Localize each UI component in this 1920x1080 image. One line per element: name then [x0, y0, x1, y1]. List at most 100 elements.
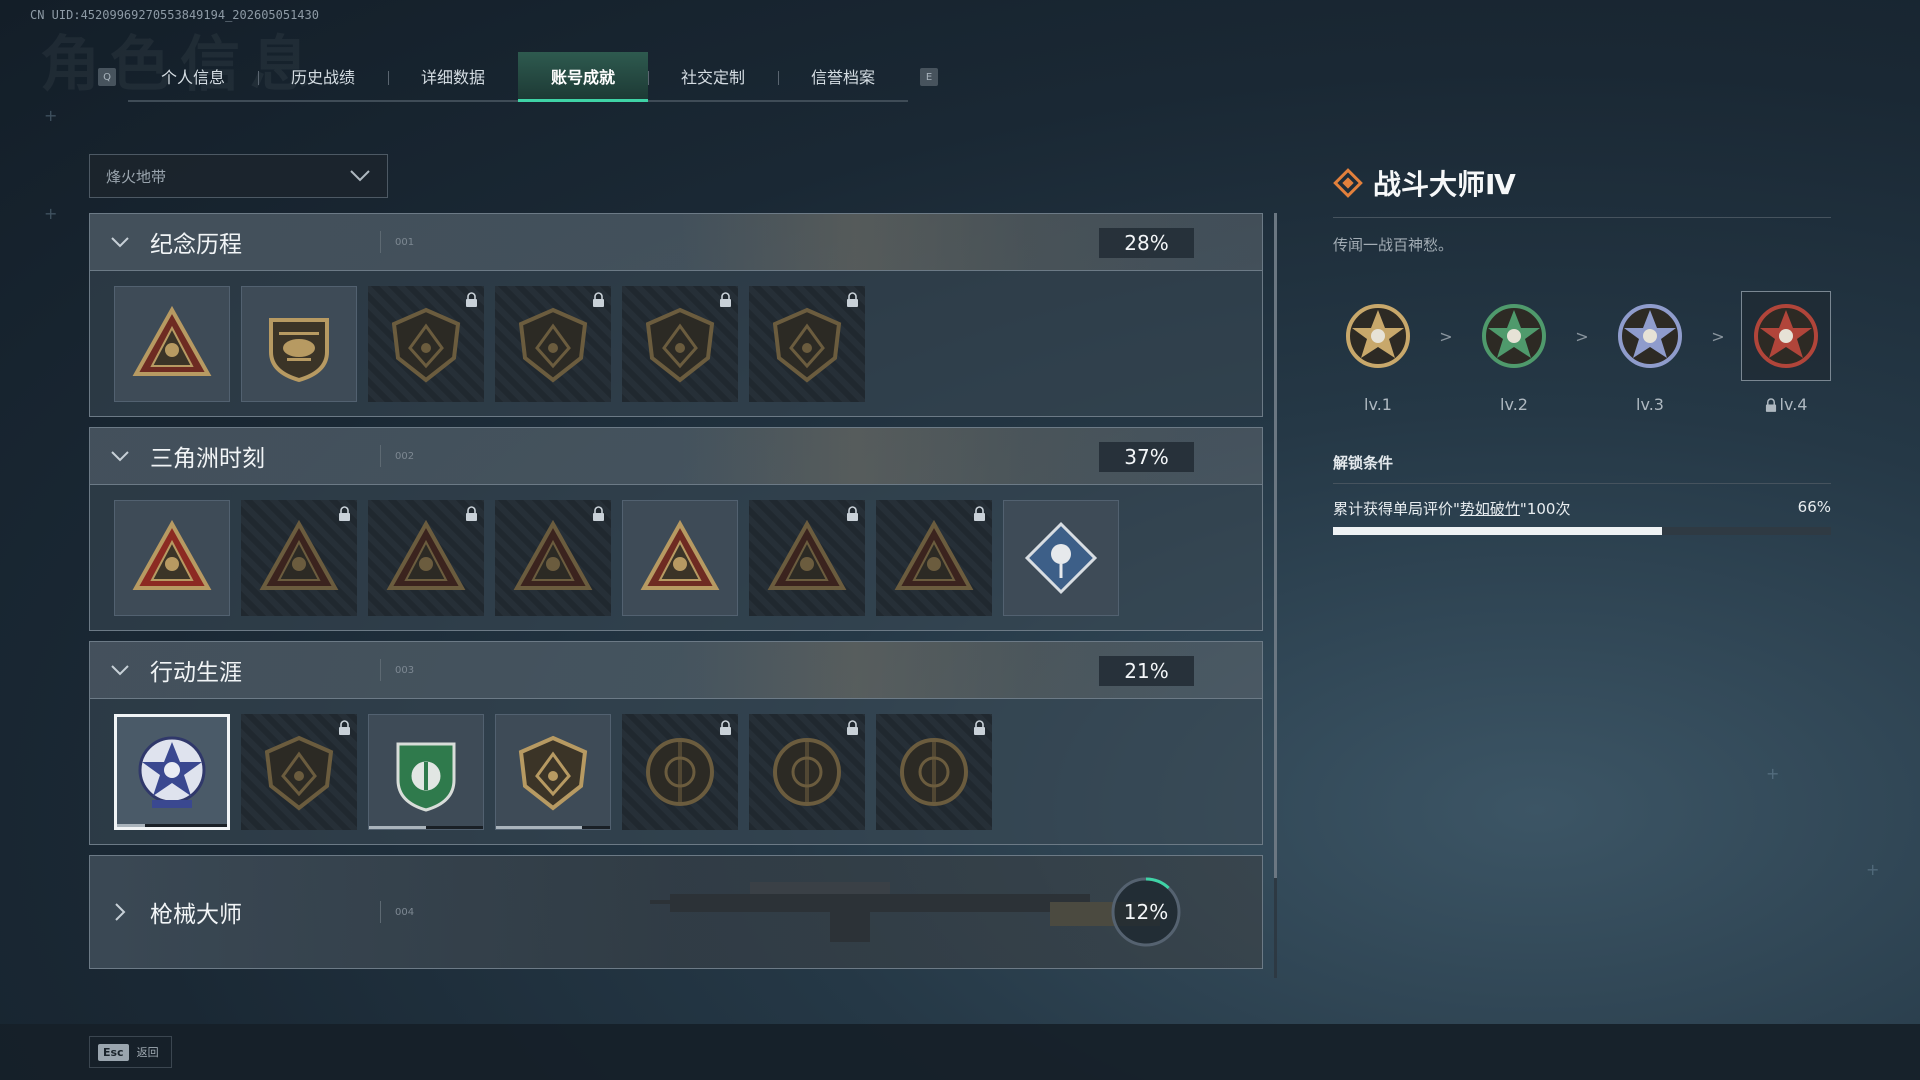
tab-item[interactable]: 历史战绩 — [258, 52, 388, 100]
achievement-badge[interactable] — [749, 499, 865, 616]
collapse-toggle[interactable] — [90, 664, 150, 676]
achievement-badge[interactable] — [241, 499, 357, 616]
badge-progress-fill — [496, 825, 582, 829]
level-label: lv.1 — [1364, 395, 1392, 414]
round-emblem-icon — [900, 737, 968, 806]
category-header-collapsed[interactable]: 枪械大师 004 12% — [89, 855, 1263, 969]
grid-mark: + — [1866, 860, 1880, 879]
chevron-down-icon — [111, 237, 129, 248]
badge-grid — [89, 699, 1263, 845]
chevron-right-icon — [115, 903, 126, 921]
lock-icon — [847, 719, 858, 735]
achievement-badge[interactable] — [495, 499, 611, 616]
chevron-down-icon — [350, 170, 370, 182]
level-item[interactable]: lv.3 — [1605, 291, 1695, 414]
level-item[interactable]: lv.4 — [1741, 291, 1831, 414]
collapse-toggle[interactable] — [90, 450, 150, 462]
condition-prefix: 累计获得单局评价" — [1333, 500, 1460, 518]
diamond-icon — [1333, 168, 1363, 198]
tab-bar: 个人信息 历史战绩 详细数据 账号成就 社交定制 信誉档案 — [128, 52, 908, 102]
achievement-badge[interactable] — [114, 713, 230, 830]
star-emblem-icon — [1618, 304, 1682, 368]
level-label-row: lv.2 — [1500, 395, 1528, 414]
scrollbar-thumb[interactable] — [1274, 213, 1277, 878]
achievement-badge[interactable] — [495, 713, 611, 830]
expand-toggle[interactable] — [90, 902, 150, 922]
lock-icon — [974, 505, 985, 521]
scrollbar[interactable] — [1274, 213, 1277, 978]
badge-grid — [89, 485, 1263, 631]
chevron-down-icon — [111, 451, 129, 462]
condition-link[interactable]: 势如破竹 — [1460, 500, 1520, 518]
condition-progress-bar — [1333, 527, 1831, 535]
badge-grid — [89, 271, 1263, 417]
triangle-emblem-icon — [767, 519, 847, 590]
achievement-badge[interactable] — [114, 499, 230, 616]
level-label-row: lv.1 — [1364, 395, 1392, 414]
lock-icon — [466, 291, 477, 307]
mode-dropdown[interactable]: 烽火地带 — [89, 154, 388, 198]
star-skull-emblem-icon — [138, 736, 206, 808]
shield-emblem-icon — [391, 307, 461, 383]
back-button[interactable]: Esc 返回 — [89, 1036, 172, 1068]
category-header[interactable]: 三角洲时刻 002 37% — [89, 427, 1263, 485]
tab-prev-key[interactable]: Q — [98, 68, 116, 86]
shield-emblem-icon — [264, 735, 334, 811]
level-arrow: > — [1711, 327, 1725, 346]
achievement-badge[interactable] — [749, 713, 865, 830]
tab-item[interactable]: 社交定制 — [648, 52, 778, 100]
achievement-badge[interactable] — [368, 713, 484, 830]
achievement-badge[interactable] — [495, 285, 611, 402]
achievement-badge[interactable] — [1003, 499, 1119, 616]
condition-text: 累计获得单局评价"势如破竹"100次 — [1333, 498, 1570, 519]
category-header[interactable]: 行动生涯 003 21% — [89, 641, 1263, 699]
tab-item[interactable]: 详细数据 — [388, 52, 518, 100]
triangle-emblem-icon — [132, 305, 212, 376]
level-item[interactable]: lv.2 — [1469, 291, 1559, 414]
achievement-badge[interactable] — [368, 499, 484, 616]
tab-bar-container: Q 个人信息 历史战绩 详细数据 账号成就 社交定制 信誉档案 E — [86, 52, 950, 102]
achievement-badge[interactable] — [876, 713, 992, 830]
skull-emblem-icon — [772, 307, 842, 383]
star-emblem-icon — [1346, 304, 1410, 368]
achievement-badge[interactable] — [622, 285, 738, 402]
achievement-badge[interactable] — [241, 285, 357, 402]
level-label: lv.4 — [1779, 395, 1808, 414]
achievement-badge[interactable] — [622, 713, 738, 830]
tab-item[interactable]: 个人信息 — [128, 52, 258, 100]
lock-icon — [339, 505, 350, 521]
star-emblem-icon — [1482, 304, 1546, 368]
category-percent: 12% — [1123, 900, 1169, 924]
achievement-badge[interactable] — [114, 285, 230, 402]
achievement-badge[interactable] — [876, 499, 992, 616]
lock-icon — [1765, 397, 1776, 412]
lock-icon — [847, 505, 858, 521]
level-track: lv.1 > lv.2 > lv.3 > lv.4 — [1333, 291, 1831, 414]
condition-suffix: "100次 — [1519, 500, 1571, 518]
triangle-emblem-icon — [894, 519, 974, 590]
tab-next-key[interactable]: E — [920, 68, 938, 86]
achievement-badge[interactable] — [241, 713, 357, 830]
achievement-badge[interactable] — [749, 285, 865, 402]
condition-progress-fill — [1333, 527, 1662, 535]
achievement-badge[interactable] — [622, 499, 738, 616]
badge-progress-bar — [117, 823, 227, 827]
achievement-badge[interactable] — [368, 285, 484, 402]
category-header[interactable]: 纪念历程 001 28% — [89, 213, 1263, 271]
tab-item[interactable]: 信誉档案 — [778, 52, 908, 100]
triangle-emblem-icon — [259, 519, 339, 590]
lock-icon — [720, 719, 731, 735]
category-percent: 28% — [1099, 228, 1194, 258]
level-item[interactable]: lv.1 — [1333, 291, 1423, 414]
grid-mark: + — [1766, 764, 1780, 783]
chevron-down-icon — [111, 665, 129, 676]
level-emblem — [1333, 291, 1423, 381]
lock-icon — [593, 505, 604, 521]
collapse-toggle[interactable] — [90, 236, 150, 248]
tab-item[interactable]: 账号成就 — [518, 52, 648, 102]
lock-icon — [339, 719, 350, 735]
badge-progress-fill — [369, 825, 426, 829]
footer-bar — [0, 1024, 1920, 1080]
category-number: 004 — [380, 901, 414, 923]
grid-mark: + — [44, 204, 58, 223]
